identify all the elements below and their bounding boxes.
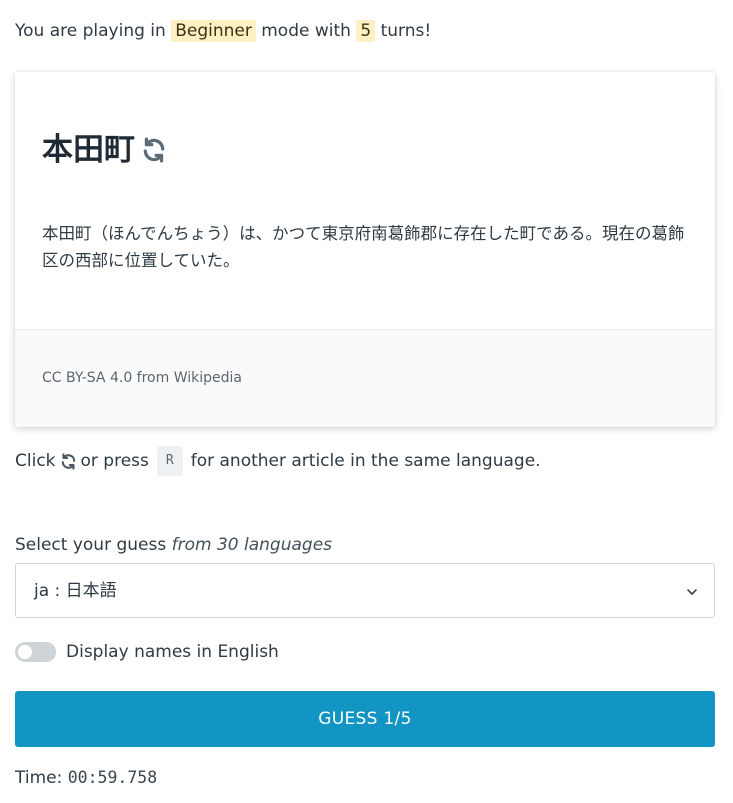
mode-suffix: turns! [380, 21, 432, 41]
toggle-label: Display names in English [66, 642, 279, 662]
guess-button[interactable]: GUESS 1/5 [15, 691, 715, 747]
select-label-count: from 30 languages [171, 535, 333, 555]
timer-label: Time: [15, 768, 63, 788]
language-select[interactable]: ja : 日本語 [15, 563, 715, 618]
hint-line: Click or press R for another article in … [15, 446, 541, 476]
article-footer: CC BY-SA 4.0 from Wikipedia [15, 329, 715, 427]
refresh-icon[interactable] [141, 137, 167, 163]
hotkey-r: R [156, 446, 183, 476]
article-source: CC BY-SA 4.0 from Wikipedia [42, 370, 242, 386]
english-names-toggle-row: Display names in English [15, 642, 279, 662]
mode-line: You are playing in Beginner mode with 5 … [15, 18, 431, 44]
mode-prefix: You are playing in [15, 21, 166, 41]
english-names-toggle[interactable] [15, 642, 56, 662]
mode-middle: mode with [261, 21, 351, 41]
chevron-down-icon [685, 584, 699, 603]
article-title: 本田町 [42, 132, 135, 168]
timer-value: 00:59.758 [67, 768, 158, 787]
hint-rest: for another article in the same language… [190, 451, 541, 471]
select-label: Select your guess from 30 languages [15, 533, 332, 557]
select-label-text: Select your guess [15, 535, 167, 555]
refresh-icon[interactable] [60, 452, 77, 470]
hint-click: Click [15, 451, 56, 471]
article-card: 本田町 本田町（ほんでんちょう）は、かつて東京府南葛飾郡に存在した町である。現在… [15, 72, 715, 427]
article-title-row: 本田町 [42, 130, 167, 170]
mode-badge: Beginner [171, 20, 256, 42]
article-text: 本田町（ほんでんちょう）は、かつて東京府南葛飾郡に存在した町である。現在の葛飾区… [42, 224, 685, 270]
toggle-knob [18, 645, 32, 659]
turns-badge: 5 [356, 20, 376, 42]
hint-or-press: or press [80, 451, 149, 471]
timer: Time: 00:59.758 [15, 766, 157, 790]
language-select-value: ja : 日本語 [34, 581, 117, 601]
